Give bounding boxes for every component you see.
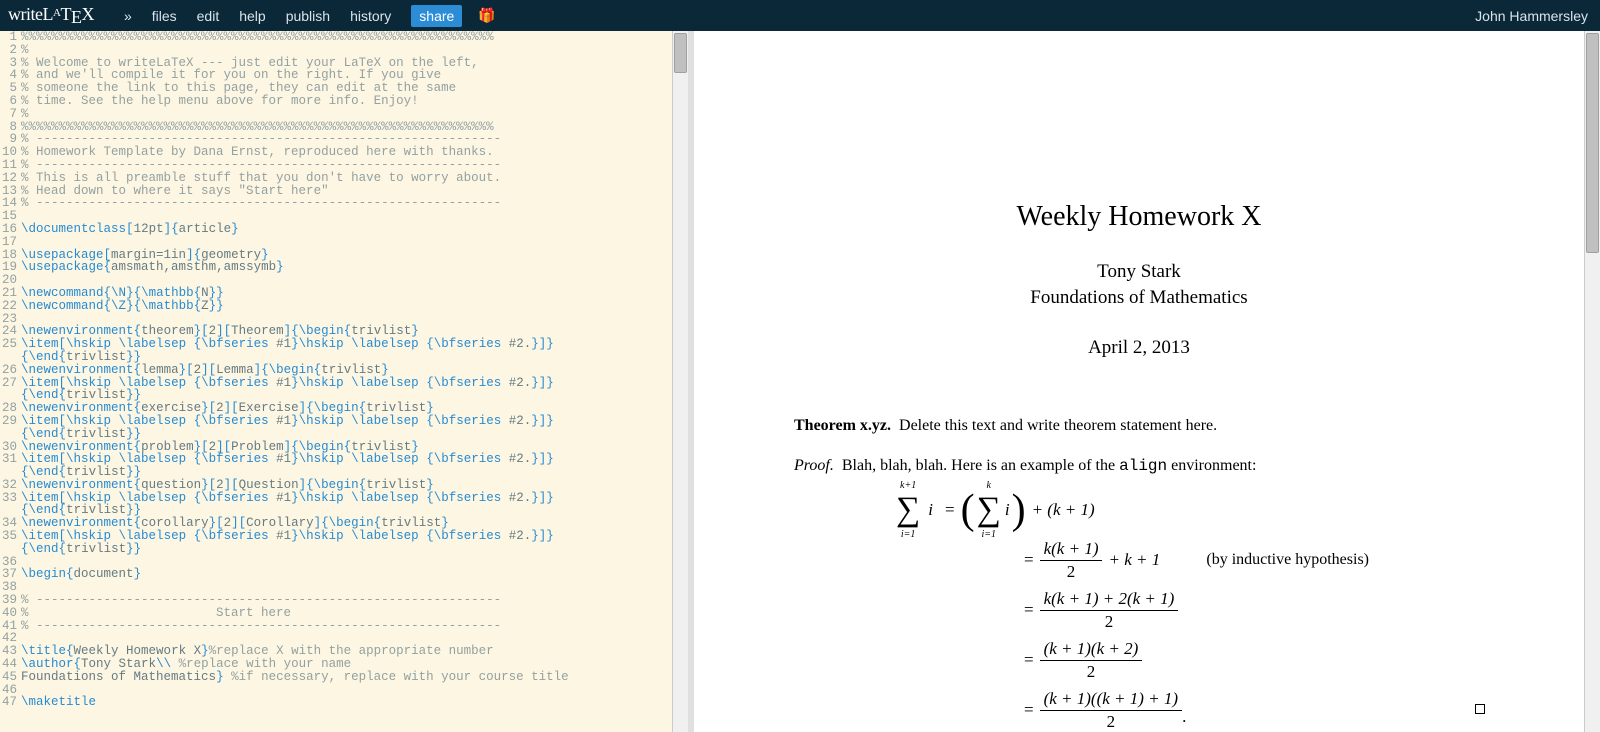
preview-document: Weekly Homework X Tony Stark Foundations… <box>694 31 1584 732</box>
scrollbar-thumb[interactable] <box>1586 33 1599 253</box>
menu-more[interactable]: » <box>124 8 132 24</box>
editor-gutter: 1234567891011121314151617181920212223242… <box>0 31 21 732</box>
doc-date: April 2, 2013 <box>794 337 1484 359</box>
menu-files[interactable]: files <box>152 8 177 24</box>
theorem-label: Theorem x.yz. <box>794 417 891 434</box>
math-align: k+1 ∑ i=1 i = ( k ∑ i=1 i ) + (k + 1) <box>894 485 1484 732</box>
menu-history[interactable]: history <box>350 8 391 24</box>
logo[interactable]: writeLATEX <box>8 4 94 28</box>
proof-text-b: environment: <box>1167 457 1256 474</box>
proof-label: Proof. <box>794 457 834 474</box>
theorem-text: Delete this text and write theorem state… <box>899 417 1217 434</box>
doc-title: Weekly Homework X <box>794 201 1484 233</box>
preview-pane[interactable]: Weekly Homework X Tony Stark Foundations… <box>694 31 1600 732</box>
share-button[interactable]: share <box>411 5 462 27</box>
proof-block: Proof. Blah, blah, blah. Here is an exam… <box>794 457 1484 475</box>
proof-text-a: Blah, blah, blah. Here is an example of … <box>842 457 1119 474</box>
doc-course: Foundations of Mathematics <box>794 287 1484 309</box>
menu-publish[interactable]: publish <box>286 8 330 24</box>
preview-scrollbar[interactable] <box>1584 31 1600 732</box>
theorem-block: Theorem x.yz. Delete this text and write… <box>794 417 1484 435</box>
menu-edit[interactable]: edit <box>197 8 220 24</box>
main-split: 1234567891011121314151617181920212223242… <box>0 31 1600 732</box>
editor-pane[interactable]: 1234567891011121314151617181920212223242… <box>0 31 688 732</box>
qed-icon <box>1475 704 1485 714</box>
gift-icon[interactable]: 🎁 <box>478 7 495 24</box>
math-note: (by inductive hypothesis) <box>1206 551 1369 569</box>
editor-scrollbar[interactable] <box>672 31 688 732</box>
doc-author: Tony Stark <box>794 261 1484 283</box>
proof-tt: align <box>1119 457 1167 475</box>
top-menu-bar: writeLATEX » files edit help publish his… <box>0 0 1600 31</box>
menu-help[interactable]: help <box>239 8 265 24</box>
username-link[interactable]: John Hammersley <box>1475 8 1588 24</box>
scrollbar-thumb[interactable] <box>674 33 687 73</box>
editor-code[interactable]: %%%%%%%%%%%%%%%%%%%%%%%%%%%%%%%%%%%%%%%%… <box>21 31 672 732</box>
